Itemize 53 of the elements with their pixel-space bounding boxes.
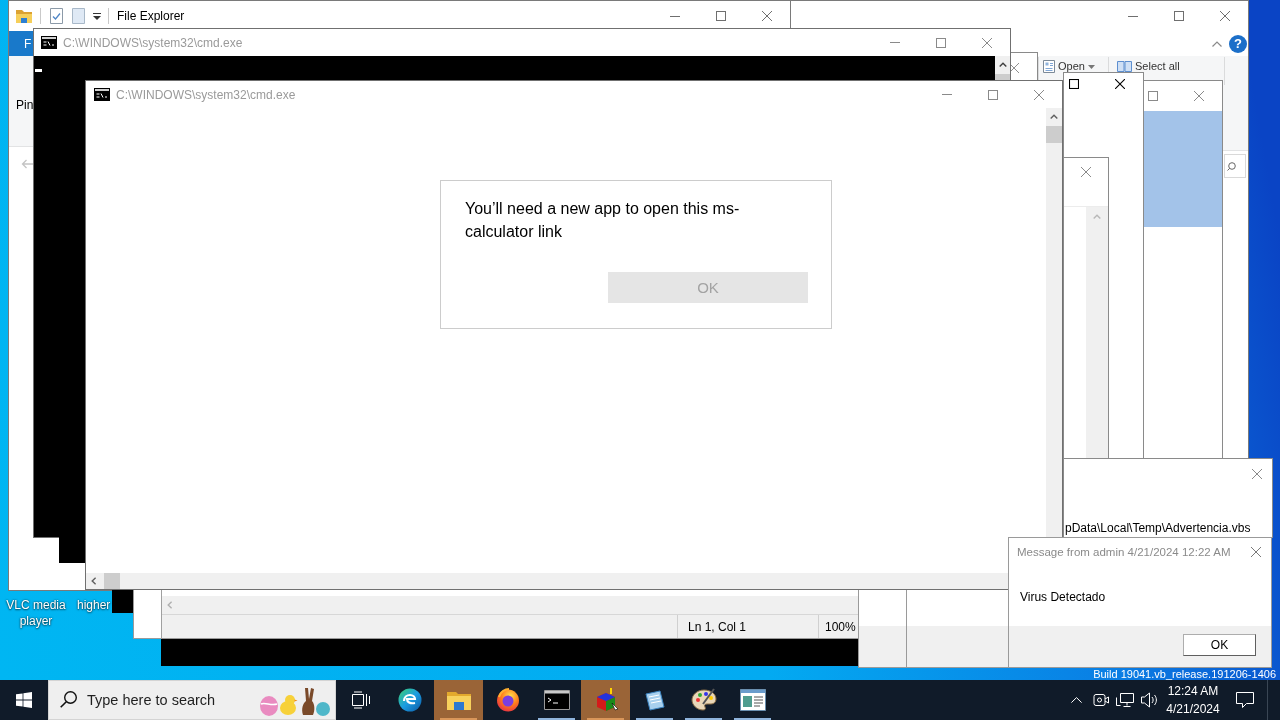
caret-down-icon (1087, 64, 1095, 69)
scrollbar-thumb[interactable] (1046, 126, 1062, 143)
search-field[interactable]: Type here to search (48, 680, 336, 720)
close-icon[interactable] (1115, 79, 1125, 89)
folder-icon (446, 690, 471, 710)
help-button[interactable]: ? (1229, 34, 1247, 53)
build-info: Build 19041.vb_release.191206-1406 (1093, 668, 1276, 680)
terminal-icon (543, 690, 570, 710)
maximize-icon[interactable] (1069, 79, 1079, 89)
window-fragment (112, 589, 133, 613)
folder-icon[interactable] (16, 9, 32, 23)
checklist-icon[interactable] (50, 8, 63, 24)
clock-date: 4/21/2024 (1166, 701, 1220, 718)
search-icon (60, 691, 77, 708)
message-text: Virus Detectado (1019, 589, 1107, 605)
camera-icon[interactable] (1093, 694, 1109, 706)
notepad-icon (642, 688, 667, 712)
window-icon (739, 689, 766, 711)
ribbon-button[interactable]: Pin (16, 97, 34, 113)
window-title: File Explorer (117, 9, 185, 23)
ribbon-tab[interactable]: F (9, 31, 33, 56)
back-arrow-icon[interactable] (21, 159, 34, 169)
clock-time: 12:24 AM (1167, 683, 1219, 700)
palette-icon (690, 688, 717, 712)
search-field[interactable] (1224, 154, 1246, 178)
status-text: Ln 1, Col 1 (688, 619, 747, 634)
minimize-icon[interactable] (1128, 15, 1138, 17)
speaker-icon[interactable] (1140, 692, 1158, 708)
window-title: C:\WINDOWS\system32\cmd.exe (63, 35, 243, 50)
task-view-icon[interactable] (351, 691, 370, 709)
select-all-button[interactable]: Select all (1117, 60, 1221, 73)
minimize-icon[interactable] (670, 15, 680, 17)
network-icon[interactable] (1116, 693, 1134, 707)
columns-icon (1117, 61, 1132, 72)
start-icon[interactable] (16, 692, 32, 708)
status-text: 100% (825, 619, 856, 634)
terminal-icon (41, 36, 57, 49)
file-path: pData\Local\Temp\Advertencia.vbs (1064, 520, 1252, 536)
scrollbar-thumb[interactable] (104, 573, 120, 589)
globe-icon (495, 688, 520, 712)
window-title: C:\WINDOWS\system32\cmd.exe (116, 87, 296, 102)
chevron-left-icon[interactable] (91, 577, 97, 585)
window-title: Message from admin 4/21/2024 12:22 AM (1016, 546, 1231, 558)
wave-icon (397, 688, 422, 712)
dialog-message: You’ll need a new app to open this ms-calculator link (465, 199, 741, 242)
notification-icon[interactable] (1236, 692, 1254, 708)
ok-button[interactable]: OK (1183, 634, 1256, 656)
document-icon (1043, 60, 1055, 73)
chevron-up-icon[interactable] (998, 62, 1007, 68)
search-icon (1227, 161, 1236, 171)
terminal-icon (94, 88, 110, 101)
scrollbar-thumb[interactable] (995, 74, 1010, 80)
dropdown-icon[interactable] (93, 12, 101, 20)
